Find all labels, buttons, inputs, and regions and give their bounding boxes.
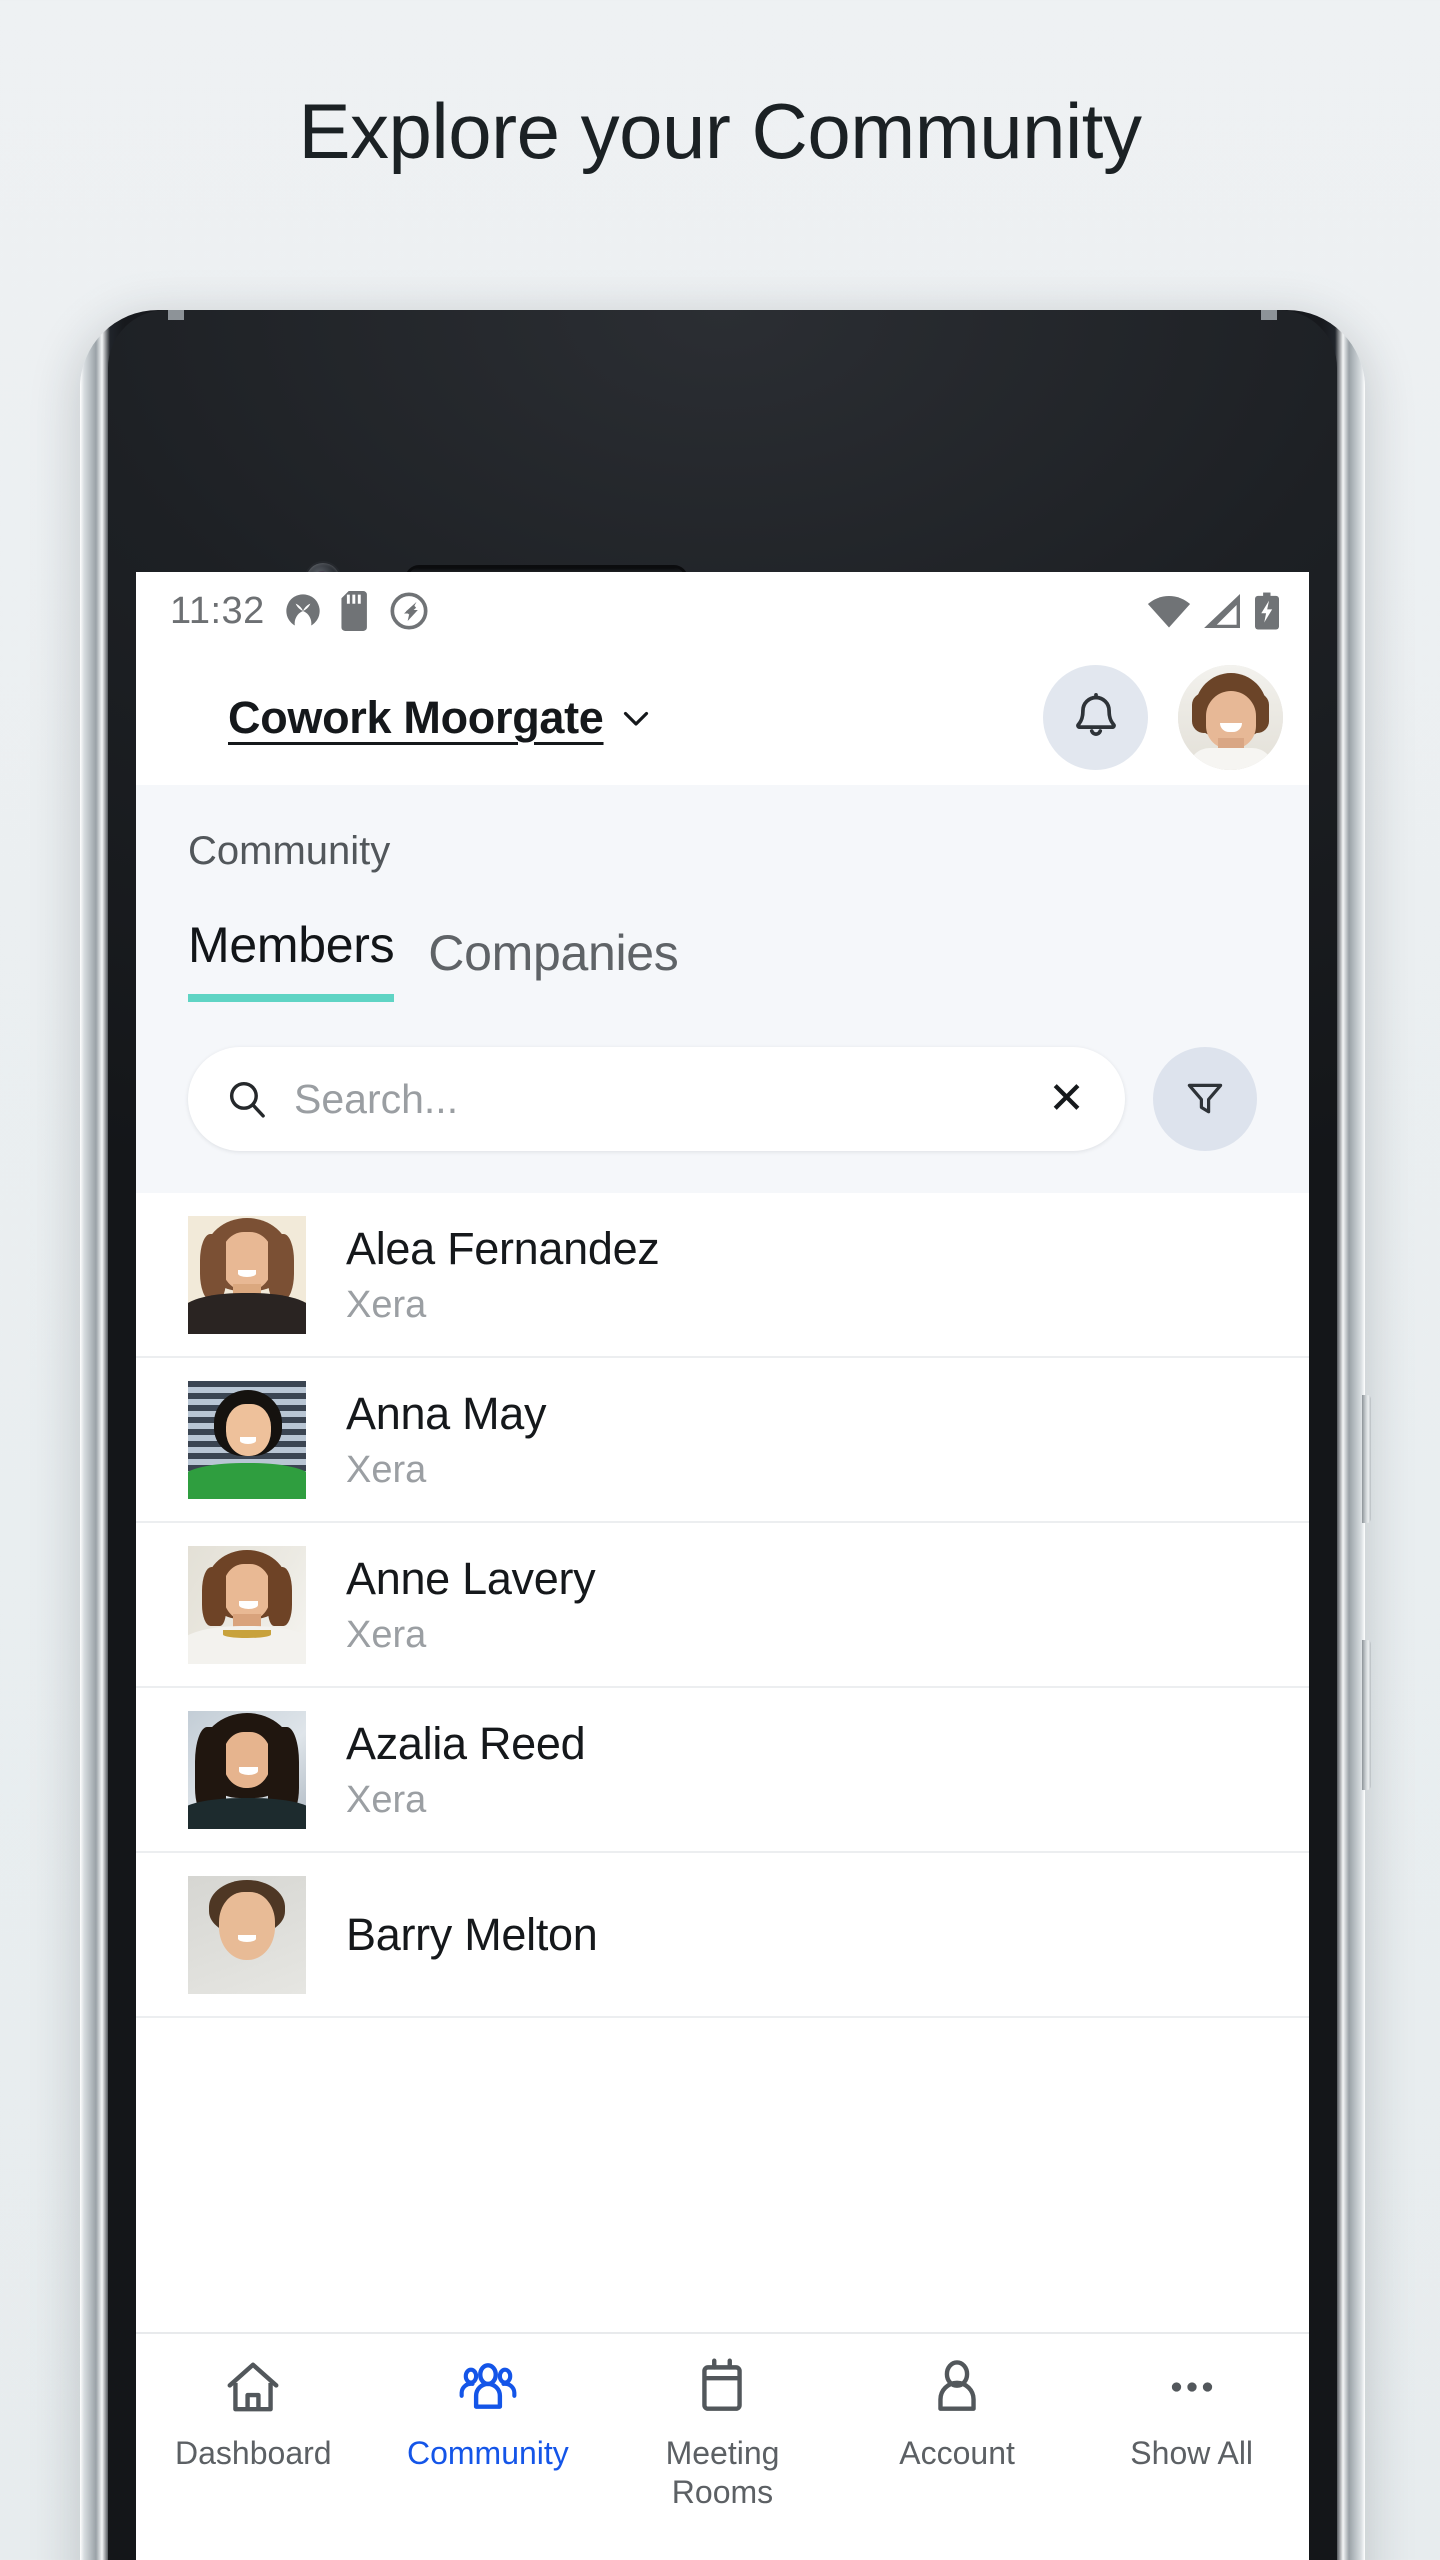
member-name: Barry Melton <box>346 1908 598 1960</box>
app-bar: Cowork Moorgate <box>136 650 1309 785</box>
status-bar-left: 11:32 <box>170 590 429 633</box>
member-avatar <box>188 1215 306 1334</box>
antenna-band-right <box>1261 310 1277 320</box>
sd-card-icon <box>341 591 367 631</box>
list-item[interactable]: Anna May Xera <box>136 1358 1309 1523</box>
bell-icon <box>1075 692 1116 736</box>
search-placeholder: Search... <box>294 1075 459 1122</box>
nav-item-community[interactable]: Community <box>371 2356 606 2473</box>
member-text: Azalia Reed Xera <box>346 1717 586 1821</box>
clear-search-button[interactable]: ✕ <box>1044 1077 1089 1121</box>
member-company: Xera <box>346 1283 427 1326</box>
list-item[interactable]: Alea Fernandez Xera <box>136 1193 1309 1358</box>
phone-mockup: 11:32 Cowork Moorgate Community Members … <box>80 310 1371 2560</box>
nav-item-account[interactable]: Account <box>840 2356 1075 2473</box>
nav-item-show-all[interactable]: Show All <box>1074 2356 1309 2473</box>
search-icon <box>229 1081 265 1118</box>
list-item[interactable]: Barry Melton <box>136 1853 1309 2018</box>
search-input[interactable]: Search... ✕ <box>188 1047 1125 1151</box>
member-text: Anna May Xera <box>346 1387 547 1491</box>
notifications-button[interactable] <box>1043 665 1148 770</box>
member-company: Xera <box>346 1778 427 1821</box>
filter-icon <box>1187 1083 1223 1114</box>
venue-selector[interactable]: Cowork Moorgate <box>228 692 654 744</box>
member-avatar <box>188 1710 306 1829</box>
member-avatar-image <box>188 1545 306 1664</box>
member-avatar-image <box>188 1215 306 1334</box>
member-name: Anne Lavery <box>346 1553 596 1605</box>
community-header: Community Members Companies Search... ✕ <box>136 785 1309 1193</box>
avatar[interactable] <box>1178 665 1283 770</box>
home-icon <box>227 2362 279 2412</box>
people-icon <box>459 2363 517 2409</box>
member-avatar <box>188 1380 306 1499</box>
section-label: Community <box>188 829 391 873</box>
member-company: Xera <box>346 1448 427 1491</box>
member-avatar-image <box>188 1875 306 1994</box>
member-text: Barry Melton <box>346 1908 598 1961</box>
member-text: Alea Fernandez Xera <box>346 1222 660 1326</box>
phone-screen: 11:32 Cowork Moorgate Community Members … <box>136 572 1309 2560</box>
filter-button[interactable] <box>1153 1047 1257 1151</box>
volume-button[interactable] <box>1362 1640 1371 1790</box>
community-tabs: Members Companies <box>188 916 1309 1002</box>
status-bar: 11:32 <box>136 572 1309 650</box>
tab-members[interactable]: Members <box>188 916 395 1002</box>
calendar-icon <box>702 2358 743 2411</box>
nav-label: Community <box>406 2435 569 2471</box>
member-avatar-image <box>188 1380 306 1499</box>
person-icon <box>938 2360 976 2411</box>
member-name: Azalia Reed <box>346 1718 586 1770</box>
nav-label: Account <box>899 2435 1015 2471</box>
battery-charging-icon <box>1255 592 1279 630</box>
member-avatar <box>188 1875 306 1994</box>
page-title: Explore your Community <box>298 87 1142 175</box>
nav-item-dashboard[interactable]: Dashboard <box>136 2356 371 2473</box>
power-button[interactable] <box>1362 1395 1371 1523</box>
search-row: Search... ✕ <box>136 1002 1309 1193</box>
status-bar-right <box>1147 592 1279 630</box>
nav-item-meeting-rooms[interactable]: Meeting Rooms <box>605 2356 840 2512</box>
nav-label: Dashboard <box>175 2435 332 2471</box>
chevron-down-icon <box>623 711 648 726</box>
cellular-signal-icon <box>1204 594 1240 628</box>
member-name: Alea Fernandez <box>346 1223 660 1275</box>
status-time: 11:32 <box>170 589 265 632</box>
tab-companies[interactable]: Companies <box>428 924 679 1002</box>
sync-icon <box>286 594 320 626</box>
member-text: Anne Lavery Xera <box>346 1552 596 1656</box>
member-company: Xera <box>346 1613 427 1656</box>
nav-label: Show All <box>1130 2435 1254 2471</box>
avatar-image <box>1178 665 1283 770</box>
nav-label: Meeting Rooms <box>665 2435 780 2511</box>
member-avatar <box>188 1545 306 1664</box>
do-not-disturb-icon <box>390 592 428 630</box>
venue-name: Cowork Moorgate <box>228 691 604 743</box>
members-list: Alea Fernandez Xera Anna May Xera Anne L… <box>136 1193 1309 2332</box>
member-name: Anna May <box>346 1388 547 1440</box>
wifi-icon <box>1147 596 1191 628</box>
member-avatar-image <box>188 1710 306 1829</box>
list-item[interactable]: Anne Lavery Xera <box>136 1523 1309 1688</box>
ellipsis-icon <box>1171 2382 1212 2392</box>
list-item[interactable]: Azalia Reed Xera <box>136 1688 1309 1853</box>
bottom-navigation: Dashboard Community Meeting Rooms Accoun… <box>136 2332 1309 2560</box>
antenna-band-left <box>168 310 184 320</box>
